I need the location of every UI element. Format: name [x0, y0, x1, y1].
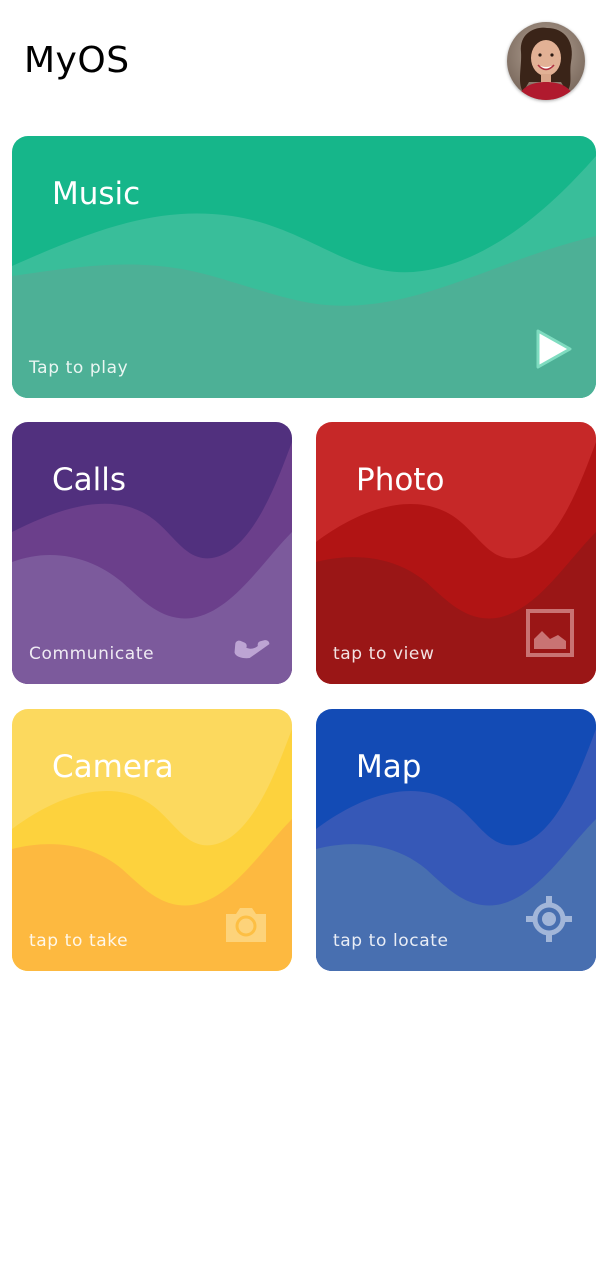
music-title: Music — [52, 176, 141, 212]
app-header: MyOS — [0, 0, 608, 120]
photo-card[interactable]: Photo tap to view — [316, 422, 596, 684]
map-subtitle: tap to locate — [333, 931, 449, 951]
app-title: MyOS — [24, 40, 130, 81]
camera-icon — [222, 904, 270, 949]
photo-subtitle: tap to view — [333, 644, 435, 664]
user-avatar[interactable] — [507, 22, 585, 100]
map-title: Map — [356, 749, 422, 785]
camera-subtitle: tap to take — [29, 931, 129, 951]
play-icon[interactable] — [534, 327, 574, 376]
music-subtitle: Tap to play — [29, 358, 129, 378]
crosshair-icon — [524, 894, 574, 949]
calls-title: Calls — [52, 462, 127, 498]
camera-card[interactable]: Camera tap to take — [12, 709, 292, 971]
phone-icon — [220, 609, 272, 664]
camera-title: Camera — [52, 749, 174, 785]
map-card[interactable]: Map tap to locate — [316, 709, 596, 971]
music-card[interactable]: Music Tap to play — [12, 136, 596, 398]
photo-title: Photo — [356, 462, 445, 498]
calls-card[interactable]: Calls Communicate — [12, 422, 292, 684]
image-icon — [526, 609, 574, 662]
avatar-image — [507, 22, 585, 100]
calls-subtitle: Communicate — [29, 644, 155, 664]
